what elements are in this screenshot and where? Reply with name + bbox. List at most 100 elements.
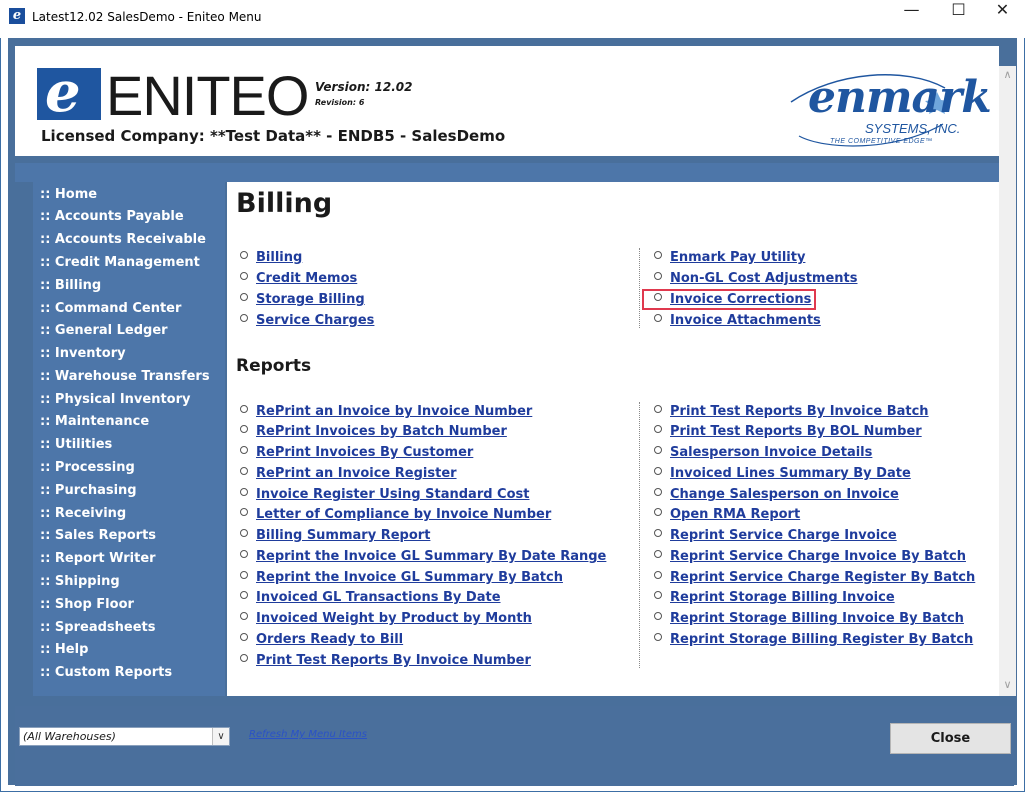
sidebar-item-sales-reports[interactable]: :: Sales Reports <box>40 528 156 543</box>
bullet-icon <box>240 251 248 259</box>
sidebar-item-shop-floor[interactable]: :: Shop Floor <box>40 597 134 612</box>
sidebar-item-physical-inventory[interactable]: :: Physical Inventory <box>40 392 191 407</box>
sidebar-item-receiving[interactable]: :: Receiving <box>40 506 126 521</box>
close-window-button[interactable]: ✕ <box>980 0 1025 34</box>
sidebar-item-processing[interactable]: :: Processing <box>40 460 135 475</box>
report-link[interactable]: Reprint Service Charge Invoice <box>670 528 897 543</box>
sidebar-item-help[interactable]: :: Help <box>40 642 88 657</box>
report-link[interactable]: RePrint an Invoice by Invoice Number <box>256 404 532 419</box>
sidebar-item-shipping[interactable]: :: Shipping <box>40 574 120 589</box>
list-item: Open RMA Report <box>654 507 800 522</box>
list-item: Orders Ready to Bill <box>240 632 403 647</box>
report-link[interactable]: Reprint Storage Billing Register By Batc… <box>670 632 973 647</box>
sidebar-item-report-writer[interactable]: :: Report Writer <box>40 551 156 566</box>
link-billing[interactable]: Billing <box>256 250 302 265</box>
sidebar-item-billing[interactable]: :: Billing <box>40 278 101 293</box>
bullet-icon <box>654 633 662 641</box>
report-link[interactable]: Reprint Storage Billing Invoice By Batch <box>670 611 964 626</box>
report-link[interactable]: Print Test Reports By Invoice Number <box>256 653 531 668</box>
bullet-icon <box>654 550 662 558</box>
bullet-icon <box>240 654 248 662</box>
bullet-icon <box>654 571 662 579</box>
column-divider <box>639 248 640 328</box>
bullet-icon <box>654 508 662 516</box>
bullet-icon <box>240 591 248 599</box>
report-link[interactable]: Reprint the Invoice GL Summary By Batch <box>256 570 563 585</box>
bullet-icon <box>240 529 248 537</box>
link-storage-billing[interactable]: Storage Billing <box>256 292 365 307</box>
chevron-down-icon[interactable]: ∨ <box>212 728 229 745</box>
minimize-button[interactable]: — <box>889 0 934 34</box>
report-link[interactable]: Reprint Service Charge Invoice By Batch <box>670 549 966 564</box>
warehouse-select-value: (All Warehouses) <box>23 730 116 743</box>
refresh-menu-link[interactable]: Refresh My Menu Items <box>249 729 367 740</box>
sidebar-item-general-ledger[interactable]: :: General Ledger <box>40 323 168 338</box>
report-link[interactable]: Invoiced Lines Summary By Date <box>670 466 911 481</box>
list-item: Reprint the Invoice GL Summary By Batch <box>240 570 563 585</box>
eniteo-logo-text: ENITEO <box>106 64 309 127</box>
vertical-scrollbar[interactable]: ∧ ∨ <box>999 66 1016 696</box>
sidebar-item-accounts-receivable[interactable]: :: Accounts Receivable <box>40 232 206 247</box>
sidebar-item-warehouse-transfers[interactable]: :: Warehouse Transfers <box>40 369 210 384</box>
list-item: Invoice Register Using Standard Cost <box>240 487 529 502</box>
sidebar-item-spreadsheets[interactable]: :: Spreadsheets <box>40 620 155 635</box>
report-link[interactable]: Billing Summary Report <box>256 528 430 543</box>
report-link[interactable]: Reprint Service Charge Register By Batch <box>670 570 975 585</box>
link-service-charges[interactable]: Service Charges <box>256 313 374 328</box>
app-icon: e <box>9 8 25 24</box>
link-credit-memos[interactable]: Credit Memos <box>256 271 357 286</box>
column-divider <box>639 402 640 668</box>
report-link[interactable]: Invoiced Weight by Product by Month <box>256 611 532 626</box>
list-item: RePrint Invoices by Batch Number <box>240 424 507 439</box>
sidebar-item-home[interactable]: :: Home <box>40 187 97 202</box>
link-enmark-pay-utility[interactable]: Enmark Pay Utility <box>670 250 805 265</box>
eniteo-logo-icon: e <box>37 62 101 122</box>
sidebar-item-purchasing[interactable]: :: Purchasing <box>40 483 137 498</box>
link-invoice-attachments[interactable]: Invoice Attachments <box>670 313 821 328</box>
maximize-button[interactable]: ☐ <box>936 0 981 34</box>
list-item: Service Charges <box>240 313 374 328</box>
sidebar-item-custom-reports[interactable]: :: Custom Reports <box>40 665 172 680</box>
sidebar-item-accounts-payable[interactable]: :: Accounts Payable <box>40 209 184 224</box>
report-link[interactable]: Print Test Reports By Invoice Batch <box>670 404 929 419</box>
report-link[interactable]: Orders Ready to Bill <box>256 632 403 647</box>
scroll-up-icon[interactable]: ∧ <box>999 66 1016 83</box>
report-link[interactable]: Reprint the Invoice GL Summary By Date R… <box>256 549 606 564</box>
report-link[interactable]: RePrint Invoices By Customer <box>256 445 473 460</box>
link-non-gl-cost-adjustments[interactable]: Non-GL Cost Adjustments <box>670 271 858 286</box>
sidebar-item-utilities[interactable]: :: Utilities <box>40 437 112 452</box>
report-link[interactable]: RePrint Invoices by Batch Number <box>256 424 507 439</box>
sidebar-item-command-center[interactable]: :: Command Center <box>40 301 181 316</box>
close-button[interactable]: Close <box>890 723 1011 754</box>
bullet-icon <box>654 314 662 322</box>
sidebar-item-credit-management[interactable]: :: Credit Management <box>40 255 200 270</box>
report-link[interactable]: Salesperson Invoice Details <box>670 445 872 460</box>
list-item: Reprint Service Charge Invoice By Batch <box>654 549 966 564</box>
list-item: Letter of Compliance by Invoice Number <box>240 507 551 522</box>
report-link[interactable]: Letter of Compliance by Invoice Number <box>256 507 551 522</box>
bullet-icon <box>240 508 248 516</box>
list-item: Reprint Storage Billing Register By Batc… <box>654 632 973 647</box>
bullet-icon <box>654 272 662 280</box>
list-item: Reprint Service Charge Invoice <box>654 528 897 543</box>
reports-heading: Reports <box>236 356 312 376</box>
warehouse-select[interactable]: (All Warehouses) ∨ <box>19 727 230 746</box>
report-link[interactable]: Invoice Register Using Standard Cost <box>256 487 529 502</box>
report-link[interactable]: Open RMA Report <box>670 507 800 522</box>
report-link[interactable]: Reprint Storage Billing Invoice <box>670 590 895 605</box>
report-link[interactable]: Print Test Reports By BOL Number <box>670 424 922 439</box>
report-link[interactable]: Change Salesperson on Invoice <box>670 487 899 502</box>
bullet-icon <box>240 446 248 454</box>
bullet-icon <box>240 293 248 301</box>
bullet-icon <box>654 446 662 454</box>
sidebar-item-inventory[interactable]: :: Inventory <box>40 346 126 361</box>
list-item: Print Test Reports By Invoice Batch <box>654 404 929 419</box>
licensed-company: Licensed Company: **Test Data** - ENDB5 … <box>41 127 506 145</box>
list-item: Invoiced GL Transactions By Date <box>240 590 501 605</box>
report-link[interactable]: RePrint an Invoice Register <box>256 466 457 481</box>
scroll-down-icon[interactable]: ∨ <box>999 676 1016 693</box>
bullet-icon <box>654 591 662 599</box>
sidebar-item-maintenance[interactable]: :: Maintenance <box>40 414 149 429</box>
list-item: Reprint the Invoice GL Summary By Date R… <box>240 549 606 564</box>
report-link[interactable]: Invoiced GL Transactions By Date <box>256 590 501 605</box>
